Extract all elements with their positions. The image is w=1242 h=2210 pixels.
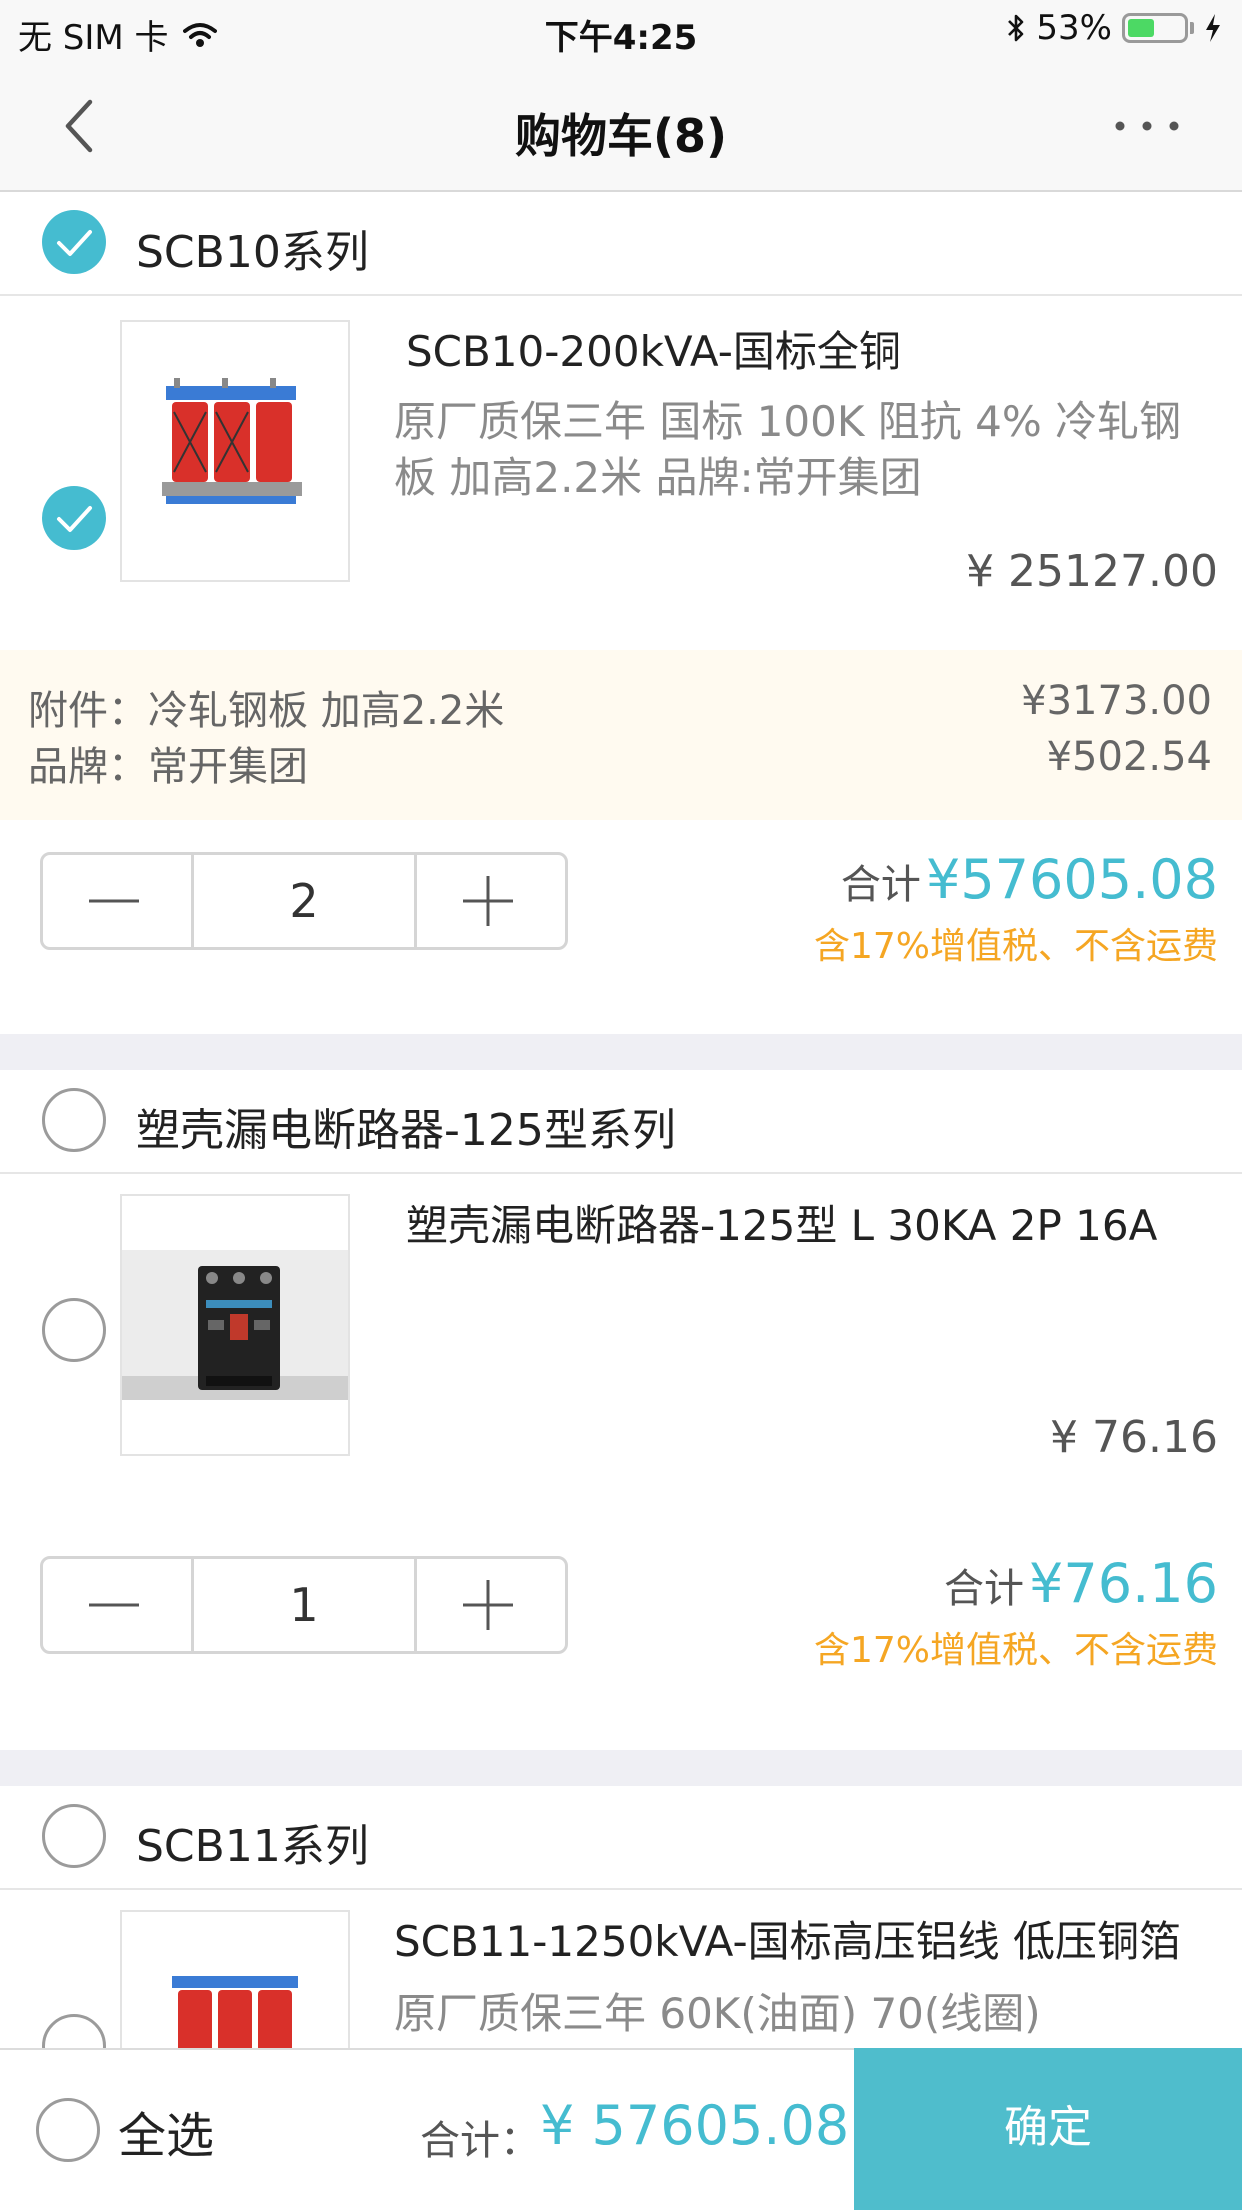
cart-list[interactable]: SCB10系列 SCB10-200kVA-国标全铜 原厂质保三年 国标 100K…: [0, 192, 1242, 2048]
cart-item: 塑壳漏电断路器-125型 L 30KA 2P 16A ¥ 76.16 1 合计 …: [0, 1174, 1242, 1750]
confirm-button[interactable]: 确定: [854, 2048, 1242, 2210]
transformer-image: [172, 1976, 298, 2048]
decrement-button[interactable]: [43, 1559, 191, 1651]
battery-level: [1128, 19, 1154, 37]
group-divider: [0, 1750, 1242, 1786]
total-amount: ¥ 57605.08: [540, 2094, 850, 2157]
product-name[interactable]: 塑壳漏电断路器-125型 L 30KA 2P 16A: [406, 1192, 1157, 1253]
group-checkbox[interactable]: [42, 210, 106, 274]
group-header: 塑壳漏电断路器-125型系列: [0, 1070, 1242, 1174]
nav-bar: 购物车(8): [0, 62, 1242, 192]
product-price: ¥ 25127.00: [966, 546, 1218, 597]
product-name[interactable]: SCB10-200kVA-国标全铜: [406, 318, 901, 379]
transformer-image: [162, 378, 302, 504]
group-name: 塑壳漏电断路器-125型系列: [136, 1105, 676, 1156]
increment-button[interactable]: [417, 1559, 565, 1651]
quantity-stepper: 1: [40, 1556, 568, 1654]
product-desc: 原厂质保三年 60K(油面) 70(线圈): [394, 1989, 1041, 2038]
group-name: SCB11系列: [136, 1821, 369, 1872]
item-checkbox[interactable]: [42, 486, 106, 550]
cart-group: 塑壳漏电断路器-125型系列 塑壳漏电断路器-125型 L 30KA 2P 16…: [0, 1070, 1242, 1750]
tax-note: 含17%增值税、不含运费: [813, 926, 1218, 967]
page-title: 购物车(8): [514, 109, 728, 163]
subtotal-amount: ¥57605.08: [925, 848, 1218, 911]
cart-item: SCB10-200kVA-国标全铜 原厂质保三年 国标 100K 阻抗 4% 冷…: [0, 296, 1242, 1034]
select-all-label[interactable]: 全选: [118, 2096, 214, 2166]
bluetooth-icon: [1008, 14, 1024, 42]
battery-tip: [1190, 22, 1194, 34]
status-right: 53%: [1006, 8, 1222, 48]
item-checkbox[interactable]: [42, 1298, 106, 1362]
subtotal-label: 合计: [943, 1566, 1024, 1612]
breaker-image: [122, 1250, 348, 1400]
product-price: ¥ 76.16: [1050, 1412, 1218, 1463]
checkout-bar: 全选 合计： ¥ 57605.08 确定: [0, 2048, 1242, 2210]
total-label: 合计：: [420, 2118, 540, 2164]
extra-price: ¥502.54: [1046, 734, 1212, 780]
group-name: SCB10系列: [136, 227, 369, 278]
battery-percent: 53%: [1036, 8, 1112, 48]
battery-icon: [1122, 13, 1188, 43]
extra-row: 附件：冷轧钢板 加高2.2米 ¥3173.00: [28, 678, 1212, 734]
quantity-input[interactable]: 1: [191, 1559, 417, 1651]
tax-note: 含17%增值税、不含运费: [813, 1630, 1218, 1671]
extra-label: 附件：冷轧钢板 加高2.2米: [28, 688, 505, 734]
decrement-button[interactable]: [43, 855, 191, 947]
product-desc: 原厂质保三年 国标 100K 阻抗 4% 冷轧钢板 加高2.2米 品牌:常开集团: [394, 397, 1182, 502]
group-header: SCB10系列: [0, 192, 1242, 296]
plus-icon: [463, 876, 513, 926]
quantity-input[interactable]: 2: [191, 855, 417, 947]
item-subtotal: 合计 ¥76.16 含17%增值税、不含运费: [814, 1552, 1218, 1673]
minus-icon: [89, 899, 139, 903]
more-button[interactable]: [1112, 96, 1182, 156]
cart-group: SCB11系列 SCB11-1250kVA-国标高压铝线 低压铜箔 原厂质保三年…: [0, 1786, 1242, 2048]
product-image[interactable]: [120, 1194, 350, 1456]
subtotal-amount: ¥76.16: [1029, 1552, 1218, 1615]
extra-row: 品牌：常开集团 ¥502.54: [28, 734, 1212, 790]
group-header: SCB11系列: [0, 1786, 1242, 1890]
check-icon: [57, 230, 92, 256]
subtotal-label: 合计: [840, 862, 921, 908]
quantity-stepper: 2: [40, 852, 568, 950]
plus-icon: [463, 1580, 513, 1630]
group-divider: [0, 1034, 1242, 1070]
group-checkbox[interactable]: [42, 1088, 106, 1152]
charging-icon: [1206, 14, 1220, 42]
extra-label: 品牌：常开集团: [28, 744, 308, 790]
group-checkbox[interactable]: [42, 1804, 106, 1868]
select-all-checkbox[interactable]: [36, 2098, 100, 2162]
cart-item: SCB11-1250kVA-国标高压铝线 低压铜箔 原厂质保三年 60K(油面)…: [0, 1890, 1242, 2048]
minus-icon: [89, 1603, 139, 1607]
check-icon: [57, 506, 92, 532]
increment-button[interactable]: [417, 855, 565, 947]
item-checkbox[interactable]: [42, 2014, 106, 2048]
item-subtotal: 合计 ¥57605.08 含17%增值税、不含运费: [814, 848, 1218, 969]
product-image[interactable]: [120, 1910, 350, 2048]
extra-price: ¥3173.00: [1021, 678, 1212, 724]
product-name[interactable]: SCB11-1250kVA-国标高压铝线 低压铜箔: [394, 1908, 1181, 1969]
item-extras: 附件：冷轧钢板 加高2.2米 ¥3173.00 品牌：常开集团 ¥502.54: [0, 650, 1242, 820]
status-bar: 无 SIM 卡 下午4:25 53%: [0, 0, 1242, 62]
cart-group: SCB10系列 SCB10-200kVA-国标全铜 原厂质保三年 国标 100K…: [0, 192, 1242, 1034]
product-image[interactable]: [120, 320, 350, 582]
more-dots-icon: [1115, 121, 1179, 131]
